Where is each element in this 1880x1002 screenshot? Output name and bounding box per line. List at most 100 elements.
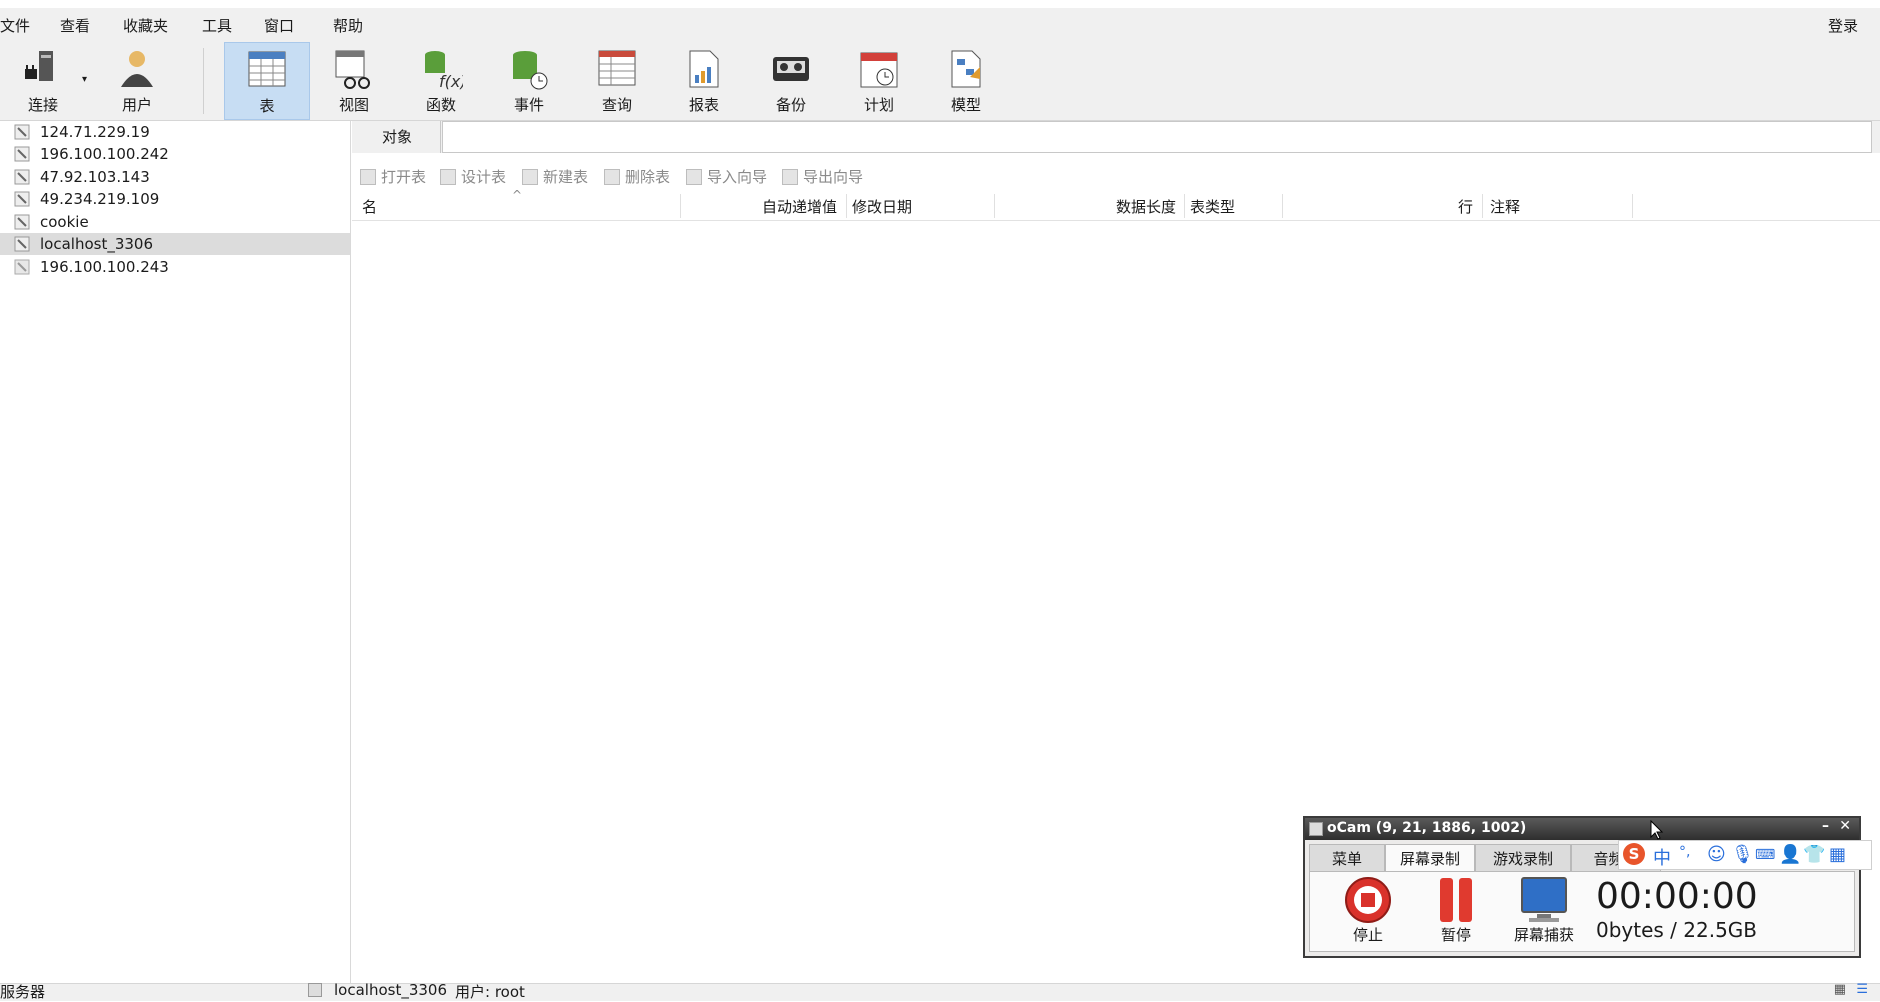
toolbar-separator [203, 48, 204, 114]
ime-chinese-mode[interactable]: 中 [1653, 844, 1671, 870]
toolbar-connect-button[interactable]: 连接 [0, 42, 86, 120]
toolbar-label: 备份 [775, 96, 806, 114]
ocam-stop-button[interactable]: 停止 [1328, 876, 1408, 945]
tab-objects[interactable]: 对象 [354, 121, 441, 153]
user-icon [121, 51, 153, 87]
toolbar-label: 函数 [425, 96, 456, 114]
toolbar-function-button[interactable]: f(x) 函数 [398, 42, 484, 120]
toolbar-table-button[interactable]: 表 [224, 42, 310, 120]
svg-text:f(x): f(x) [439, 72, 463, 91]
column-header-auto-increment[interactable]: 自动递增值 [762, 196, 837, 217]
column-divider [1632, 194, 1633, 218]
design-table-icon [440, 169, 456, 185]
toolbar-label: 查询 [601, 96, 632, 114]
ocam-tab-game-record[interactable]: 游戏录制 [1475, 844, 1571, 872]
plug-icon [25, 51, 53, 81]
toolbar-event-button[interactable]: 事件 [486, 42, 572, 120]
ocam-window: oCam (9, 21, 1886, 1002) – ✕ 菜单 屏幕录制 游戏录… [1303, 816, 1861, 958]
table-column-header: ^ 名 自动递增值 修改日期 数据长度 表类型 行 注释 [352, 188, 1880, 221]
connection-item[interactable]: 49.234.219.109 [0, 188, 350, 210]
toolbar-model-button[interactable]: 模型 [923, 42, 1009, 120]
toolbar-backup-button[interactable]: 备份 [748, 42, 834, 120]
backup-icon [773, 57, 809, 81]
toolbar-schedule-button[interactable]: 计划 [836, 42, 922, 120]
column-header-comment[interactable]: 注释 [1490, 196, 1520, 217]
minimize-icon[interactable]: – [1822, 818, 1829, 834]
column-divider [1282, 194, 1283, 218]
schedule-icon [860, 52, 898, 88]
login-link[interactable]: 登录 [1828, 15, 1858, 36]
menu-favorites[interactable]: 收藏夹 [123, 15, 168, 36]
sogou-logo-icon[interactable]: S [1623, 843, 1645, 865]
stop-icon [1345, 877, 1391, 923]
chevron-down-icon[interactable]: ▾ [82, 74, 87, 85]
export-wizard-button[interactable]: 导出向导 [782, 166, 863, 187]
list-view-icon[interactable]: ☰ [1856, 982, 1868, 997]
menu-bar: 文件 查看 收藏夹 工具 窗口 帮助 登录 [0, 8, 1880, 42]
ocam-pause-button[interactable]: 暂停 [1416, 876, 1496, 945]
close-icon[interactable]: ✕ [1839, 818, 1851, 834]
import-wizard-button[interactable]: 导入向导 [686, 166, 767, 187]
column-header-data-length[interactable]: 数据长度 [1116, 196, 1176, 217]
menu-window[interactable]: 窗口 [264, 15, 294, 36]
monitor-icon [1521, 877, 1567, 922]
open-table-icon [360, 169, 376, 185]
ime-punctuation-mode[interactable]: °, [1679, 844, 1690, 860]
connection-item[interactable]: 47.92.103.143 [0, 166, 350, 188]
open-table-button[interactable]: 打开表 [360, 166, 426, 187]
object-tab-bar: 对象 [352, 121, 1880, 153]
connection-item[interactable]: 124.71.229.19 [0, 121, 350, 143]
column-divider [680, 194, 681, 218]
column-header-table-type[interactable]: 表类型 [1190, 196, 1235, 217]
toolbar-view-button[interactable]: 视图 [311, 42, 397, 120]
import-icon [686, 169, 702, 185]
status-bar: 服务器 localhost_3306 用户: root ▦ ☰ [0, 981, 1880, 1001]
report-icon [689, 50, 719, 88]
toolbar-label: 表 [259, 97, 275, 115]
connection-item[interactable]: 196.100.100.243 [0, 256, 350, 278]
column-header-modified-date[interactable]: 修改日期 [852, 196, 912, 217]
connection-item[interactable]: cookie [0, 211, 350, 233]
toolbar-report-button[interactable]: 报表 [661, 42, 747, 120]
grid-view-icon[interactable]: ▦ [1834, 982, 1846, 997]
column-header-rows[interactable]: 行 [1458, 196, 1473, 217]
toolbar-label: 视图 [338, 96, 369, 114]
connection-icon [14, 124, 30, 140]
ocam-tab-screen-record[interactable]: 屏幕录制 [1385, 844, 1475, 872]
column-header-name[interactable]: 名 [362, 196, 377, 217]
toolbar-label: 连接 [27, 96, 58, 114]
delete-table-icon [604, 169, 620, 185]
emoji-icon[interactable]: ☺ [1707, 844, 1726, 865]
design-table-button[interactable]: 设计表 [440, 166, 506, 187]
ocam-panel: 停止 暂停 屏幕捕获 00:00:00 0bytes / 22.5GB [1309, 871, 1855, 952]
toolbar-user-button[interactable]: 用户 [94, 42, 180, 120]
toolbox-grid-icon[interactable]: ▦ [1829, 844, 1846, 865]
toolbar-query-button[interactable]: 查询 [574, 42, 660, 120]
new-table-button[interactable]: 新建表 [522, 166, 588, 187]
toolbar-label: 模型 [950, 96, 981, 114]
connection-icon [14, 259, 30, 275]
delete-table-button[interactable]: 删除表 [604, 166, 670, 187]
connection-item[interactable]: 196.100.100.242 [0, 143, 350, 165]
microphone-icon[interactable]: 🎙 [1731, 844, 1754, 865]
model-icon [951, 50, 981, 88]
function-icon: f(x) [425, 51, 463, 91]
keyboard-icon[interactable]: ⌨ [1755, 847, 1775, 863]
ocam-screen-capture-button[interactable]: 屏幕捕获 [1504, 876, 1584, 945]
menu-file[interactable]: 文件 [0, 15, 30, 36]
new-table-icon [522, 169, 538, 185]
menu-tools[interactable]: 工具 [202, 15, 232, 36]
column-divider [1482, 194, 1483, 218]
menu-help[interactable]: 帮助 [333, 15, 363, 36]
ocam-title-bar[interactable]: oCam (9, 21, 1886, 1002) – ✕ [1305, 818, 1859, 840]
skin-shirt-icon[interactable]: 👕 [1803, 844, 1825, 865]
object-action-bar: 打开表 设计表 新建表 删除表 导入向导 导出向导 [352, 160, 1880, 190]
connection-icon [14, 146, 30, 162]
connection-item-selected[interactable]: localhost_3306 [0, 233, 350, 255]
user-icon[interactable]: 👤 [1779, 844, 1801, 865]
connection-tree: 124.71.229.19 196.100.100.242 47.92.103.… [0, 121, 351, 983]
ocam-tab-menu[interactable]: 菜单 [1309, 844, 1385, 872]
tab-content-area [442, 121, 1872, 153]
menu-view[interactable]: 查看 [60, 15, 90, 36]
connection-icon [14, 191, 30, 207]
